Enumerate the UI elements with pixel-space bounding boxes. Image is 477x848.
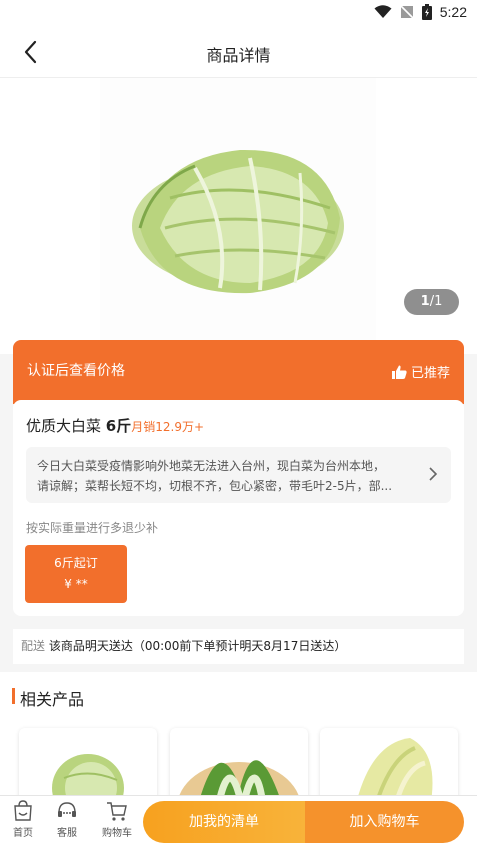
tab-service[interactable]: 客服 [44,800,90,839]
thumbs-up-icon [391,365,407,379]
battery-icon [421,4,432,20]
page-title: 商品详情 [206,46,271,65]
add-to-cart-button[interactable]: 加入购物车 [305,801,464,843]
monthly-sales: 月销12.9万+ [131,420,205,434]
description-line: 请谅解；菜帮长短不均，切根不齐，包心紧密，带毛叶2-5片，部... [37,479,393,493]
product-name: 优质大白菜 [26,417,102,435]
tab-home[interactable]: 首页 [0,800,46,839]
related-heading: 相关产品 [20,690,85,709]
tab-home-label: 首页 [13,828,33,839]
product-name-line: 优质大白菜 6斤月销12.9万+ [26,415,204,436]
tab-cart[interactable]: 购物车 [92,800,142,839]
cabbage-image [132,149,344,294]
recommended-label: 已推荐 [410,366,450,381]
related-products: 相关产品 [0,672,477,808]
delivery-text: 该商品明天送达（00:00前下单预计明天8月17日送达） [48,639,347,653]
no-signal-icon [400,5,414,19]
add-to-list-button[interactable]: 加我的清单 [143,801,305,843]
status-bar: 5:22 [0,0,477,26]
image-counter: 1/1 [404,289,459,315]
headset-icon [58,802,76,817]
tier-min-qty: 6斤起订 [54,556,98,570]
status-time: 5:22 [439,4,467,20]
status-icons: 5:22 [374,4,467,20]
product-info-card: 优质大白菜 6斤月销12.9万+ 今日大白菜受疫情影响外地菜无法进入台州，现白菜… [13,400,464,616]
tab-cart-label: 购物车 [102,828,132,839]
price-tier-button[interactable]: 6斤起订 ¥ ** [25,545,127,603]
product-gallery[interactable]: 1/1 [0,78,477,354]
product-image [100,78,376,354]
shopping-cart-icon [107,802,127,821]
delivery-label: 配送 [21,639,46,653]
recommended-badge[interactable]: 已推荐 [391,362,450,381]
product-description[interactable]: 今日大白菜受疫情影响外地菜无法进入台州，现白菜为台州本地， 请谅解；菜帮长短不均… [26,447,451,503]
price-bar: 认证后查看价格 已推荐 [13,340,464,404]
chevron-right-icon [429,467,438,481]
home-bag-icon [14,800,32,821]
product-spec: 6斤 [105,417,132,435]
tier-price: ¥ ** [64,577,88,591]
description-line: 今日大白菜受疫情影响外地菜无法进入台州，现白菜为台州本地， [37,459,386,473]
nav-bar: 商品详情 [0,26,477,78]
delivery-info: 配送 该商品明天送达（00:00前下单预计明天8月17日送达） [13,629,464,664]
wifi-icon [374,5,392,18]
login-to-view-price[interactable]: 认证后查看价格 [27,360,125,380]
section-accent-bar [12,688,15,704]
weight-note: 按实际重量进行多退少补 [26,521,159,535]
tab-service-label: 客服 [57,828,77,839]
